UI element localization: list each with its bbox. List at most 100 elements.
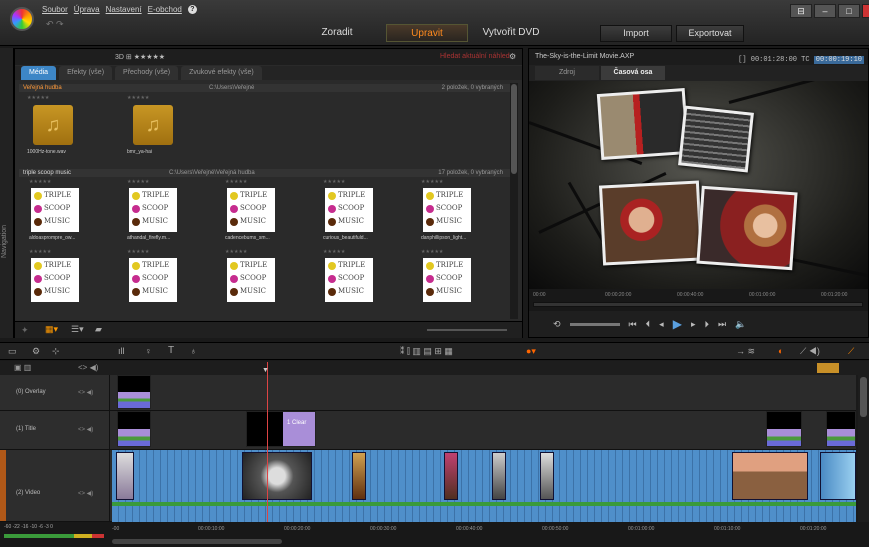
- library-item[interactable]: ★★★★★ TRIPLE SCOOP MUSIC curious_beautifuld.…: [323, 179, 385, 253]
- step-back-icon[interactable]: ◂: [659, 319, 664, 330]
- rating-stars[interactable]: ★★★★★: [225, 179, 287, 185]
- tab-timeline[interactable]: Časová osa: [601, 66, 665, 80]
- snap-icon[interactable]: ⚙: [32, 346, 40, 357]
- player-scrub-bar[interactable]: 00:00 00:00:20:00 00:00:40:00 00:01:00:00 00…: [529, 289, 868, 311]
- rating-stars[interactable]: ★★★★★: [127, 95, 189, 101]
- title-tool-icon[interactable]: T: [168, 345, 174, 356]
- tab-create-dvd[interactable]: Vytvořit DVD: [472, 24, 550, 42]
- rating-stars[interactable]: ★★★★★: [421, 249, 483, 255]
- overlay-clip[interactable]: [117, 375, 151, 409]
- video-clip-thumbnail[interactable]: [732, 452, 808, 500]
- library-scrollbar[interactable]: [510, 83, 518, 319]
- zoom-icons[interactable]: → ≋: [736, 346, 755, 357]
- library-item[interactable]: ★★★★★ TRIPLE SCOOP MUSIC: [421, 249, 483, 323]
- tab-sound-effects[interactable]: Zvukové efekty (vše): [181, 66, 262, 80]
- tab-media[interactable]: Média: [21, 66, 57, 80]
- library-view-options[interactable]: 3D ⊞ ★★★★★: [115, 53, 165, 61]
- magnet-icon[interactable]: ⊹: [52, 346, 60, 357]
- folder-icon[interactable]: ▰: [95, 324, 102, 335]
- master-volume-icon[interactable]: <> ◀): [78, 363, 98, 372]
- storyboard-thumb[interactable]: [817, 363, 839, 373]
- rating-stars[interactable]: ★★★★★: [127, 179, 189, 185]
- rating-stars[interactable]: ★★★★★: [29, 179, 91, 185]
- video-clip-thumbnail[interactable]: [820, 452, 856, 500]
- library-item[interactable]: ★★★★★ ♫ 1000Hz-tone.wav: [27, 95, 89, 169]
- library-item[interactable]: ★★★★★ TRIPLE SCOOP MUSIC: [127, 249, 189, 323]
- menu-settings[interactable]: Nastavení: [106, 5, 142, 14]
- fx-icon[interactable]: ⟋: [848, 346, 854, 357]
- rating-stars[interactable]: ★★★★★: [27, 95, 89, 101]
- marker-icon[interactable]: ⁑ ⫿ ▥ ▤ ⊞ ▦: [400, 346, 453, 357]
- video-clip-thumbnail[interactable]: [242, 452, 312, 500]
- jump-start-icon[interactable]: ⏮: [629, 319, 637, 330]
- track-icons[interactable]: <> ◀): [78, 490, 93, 497]
- minimize-button[interactable]: –: [814, 4, 836, 18]
- timeline-hscroll[interactable]: [112, 539, 282, 544]
- track-title[interactable]: (1) Title <> ◀) 1 Clear: [0, 411, 856, 450]
- volume-icon[interactable]: 🔈: [735, 319, 746, 330]
- tab-source[interactable]: Zdroj: [535, 66, 599, 80]
- library-item[interactable]: ★★★★★ TRIPLE SCOOP MUSIC cadencebums_sm...: [225, 179, 287, 253]
- close-button[interactable]: ✕: [862, 4, 869, 18]
- section-header-triple-scoop[interactable]: triple scoop music C:\Users\Veřejné\Veře…: [19, 169, 511, 177]
- track-icons[interactable]: <> ◀): [78, 426, 93, 433]
- play-icon[interactable]: ▶: [673, 317, 682, 331]
- undo-redo-icons[interactable]: ↶ ↷: [46, 19, 64, 30]
- rating-stars[interactable]: ★★★★★: [127, 249, 189, 255]
- track-header-icons[interactable]: ▣ ▥: [14, 363, 31, 372]
- track-header[interactable]: (1) Title <> ◀): [0, 411, 110, 449]
- scrub-track[interactable]: [533, 302, 863, 307]
- tag-icon[interactable]: ✦: [21, 325, 29, 336]
- library-search-input[interactable]: Hledat aktuální náhled: [440, 53, 510, 60]
- track-video[interactable]: (2) Video <> ◀): [0, 450, 856, 522]
- track-header[interactable]: (0) Overlay <> ◀): [0, 375, 110, 410]
- record-icon[interactable]: ●▾: [526, 346, 536, 357]
- tab-arrange[interactable]: Zoradit: [292, 24, 382, 42]
- timecode-field[interactable]: 00:00:19:10: [813, 56, 864, 64]
- library-item[interactable]: ★★★★★ TRIPLE SCOOP MUSIC athandal_firefly.m.…: [127, 179, 189, 253]
- export-button[interactable]: Exportovat: [676, 25, 744, 42]
- playhead[interactable]: [267, 362, 268, 530]
- timeline-ruler[interactable]: -60 -22 -16 -10 -6 -3 0 -00 00:00:10:00 00…: [0, 522, 869, 547]
- title-clip[interactable]: [766, 411, 802, 447]
- import-button[interactable]: Import: [600, 25, 672, 42]
- track-overlay[interactable]: (0) Overlay <> ◀): [0, 375, 856, 411]
- prev-frame-icon[interactable]: ⏴: [646, 319, 651, 330]
- library-item[interactable]: ★★★★★ TRIPLE SCOOP MUSIC: [323, 249, 385, 323]
- video-clip-thumbnail[interactable]: [116, 452, 134, 500]
- video-clips-strip[interactable]: [112, 450, 856, 522]
- loop-icon[interactable]: ⟲: [553, 319, 561, 330]
- library-item[interactable]: ★★★★★ TRIPLE SCOOP MUSIC danphillipson_light…: [421, 179, 483, 253]
- edit-icons[interactable]: ⟋ ◀): [800, 346, 820, 357]
- video-clip-thumbnail[interactable]: [540, 452, 554, 500]
- help-icon[interactable]: ?: [187, 5, 197, 14]
- tab-effects[interactable]: Efekty (vše): [59, 66, 113, 80]
- playhead-handle-icon[interactable]: ▼: [262, 367, 269, 374]
- menu-edit[interactable]: Úprava: [74, 5, 100, 14]
- jump-end-icon[interactable]: ⏭: [718, 319, 726, 330]
- grid-view-icon[interactable]: ▦▾: [45, 324, 58, 335]
- library-item[interactable]: ★★★★★ TRIPLE SCOOP MUSIC: [225, 249, 287, 323]
- color-icon[interactable]: ◐: [778, 346, 783, 356]
- navigation-strip[interactable]: Navigation: [0, 48, 14, 338]
- rating-stars[interactable]: ★★★★★: [421, 179, 483, 185]
- rating-stars[interactable]: ★★★★★: [323, 249, 385, 255]
- zoom-slider[interactable]: [427, 329, 507, 331]
- tab-transitions[interactable]: Přechody (vše): [115, 66, 179, 80]
- video-preview[interactable]: [529, 81, 868, 289]
- settings-gear-icon[interactable]: ⚙: [509, 52, 516, 61]
- rating-stars[interactable]: ★★★★★: [29, 249, 91, 255]
- title-clip[interactable]: [826, 411, 856, 447]
- library-item[interactable]: ★★★★★ TRIPLE SCOOP MUSIC aldoasprompre_ow...: [29, 179, 91, 253]
- mic-icon[interactable]: ♁: [190, 346, 197, 356]
- next-frame-icon[interactable]: ⏵: [704, 319, 709, 330]
- timeline-settings-icon[interactable]: ▭: [8, 346, 17, 357]
- title-clip[interactable]: [117, 411, 151, 447]
- timeline-scrollbar[interactable]: [858, 375, 869, 522]
- list-view-icon[interactable]: ☰▾: [71, 324, 84, 335]
- tab-edit[interactable]: Upravit: [386, 24, 468, 42]
- shuttle-slider[interactable]: [569, 322, 620, 326]
- menu-file[interactable]: Soubor: [42, 5, 68, 14]
- video-clip-thumbnail[interactable]: [352, 452, 366, 500]
- track-header[interactable]: (2) Video <> ◀): [0, 450, 110, 521]
